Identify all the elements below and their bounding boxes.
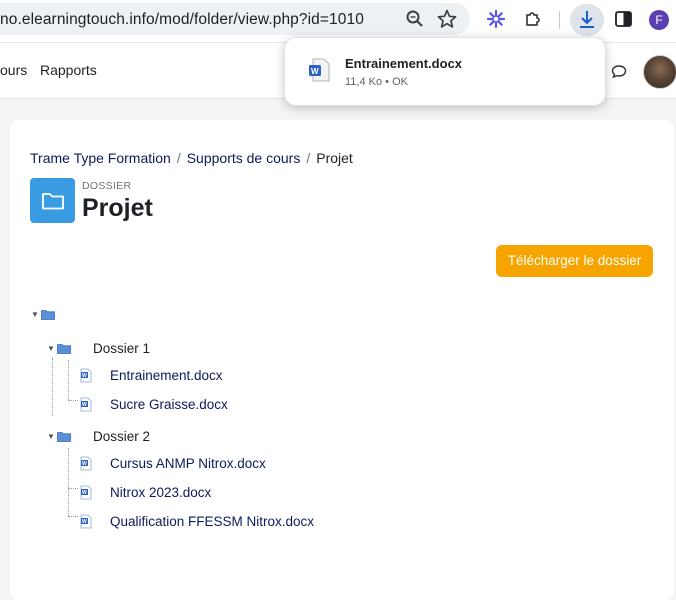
tree-file[interactable]: W Nitrox 2023.docx: [80, 485, 211, 500]
main-content-card: Trame Type Formation / Supports de cours / P…: [10, 120, 674, 600]
folder-icon: [41, 310, 55, 320]
tree-root[interactable]: ▼: [31, 309, 55, 320]
collapse-triangle-icon[interactable]: ▼: [31, 310, 41, 319]
breadcrumb-item-supports[interactable]: Supports de cours: [187, 150, 301, 166]
address-bar[interactable]: no.elearningtouch.info/mod/folder/view.p…: [0, 3, 470, 35]
breadcrumb: Trame Type Formation / Supports de cours / P…: [30, 150, 353, 166]
file-link[interactable]: Nitrox 2023.docx: [110, 485, 211, 500]
download-bubble: W Entrainement.docx 11,4 Ko • OK: [284, 37, 606, 106]
svg-text:W: W: [82, 490, 87, 496]
word-doc-icon: W: [80, 485, 92, 500]
tree-connector: [52, 358, 53, 416]
file-link[interactable]: Entrainement.docx: [110, 368, 223, 383]
breadcrumb-separator: /: [306, 150, 311, 166]
extension-asterisk-icon[interactable]: [485, 8, 507, 30]
word-doc-icon: W: [80, 368, 92, 383]
svg-text:W: W: [311, 67, 319, 76]
extensions-puzzle-icon[interactable]: [522, 8, 544, 30]
bookmark-star-icon[interactable]: [436, 8, 458, 30]
tree-connector: [68, 488, 78, 489]
collapse-triangle-icon[interactable]: ▼: [47, 344, 57, 353]
tree-folder[interactable]: ▼ Dossier 2: [47, 429, 150, 444]
tree-file[interactable]: W Cursus ANMP Nitrox.docx: [80, 456, 266, 471]
download-filename[interactable]: Entrainement.docx: [345, 56, 462, 71]
word-doc-icon: W: [80, 397, 92, 412]
svg-text:W: W: [82, 519, 87, 525]
svg-text:W: W: [82, 461, 87, 467]
breadcrumb-separator: /: [176, 150, 181, 166]
tree-connector: [68, 516, 78, 517]
tree-connector: [68, 448, 69, 516]
download-status: 11,4 Ko • OK: [345, 76, 408, 88]
folder-module-icon: [30, 178, 75, 223]
user-avatar[interactable]: [643, 55, 676, 89]
folder-label: Dossier 1: [93, 341, 151, 356]
tree-connector: [68, 360, 69, 400]
tree-folder[interactable]: ▼ Dossier 1: [47, 341, 150, 356]
downloads-button[interactable]: [570, 4, 604, 36]
tree-file[interactable]: W Entrainement.docx: [80, 368, 223, 383]
tree-file[interactable]: W Qualification FFESSM Nitrox.docx: [80, 514, 314, 529]
download-icon: [580, 11, 594, 28]
module-type-label: DOSSIER: [82, 180, 132, 192]
zoom-icon[interactable]: [404, 8, 426, 30]
file-link[interactable]: Qualification FFESSM Nitrox.docx: [110, 514, 314, 529]
page-title: Projet: [82, 194, 153, 222]
tree-connector: [68, 400, 78, 401]
nav-item-cours[interactable]: ours: [0, 62, 27, 78]
nav-item-rapports[interactable]: Rapports: [40, 62, 97, 78]
file-link[interactable]: Sucre Graisse.docx: [110, 397, 228, 412]
folder-label: Dossier 2: [93, 429, 151, 444]
url-text[interactable]: no.elearningtouch.info/mod/folder/view.p…: [0, 11, 364, 29]
profile-avatar[interactable]: F: [649, 10, 669, 30]
word-doc-icon: W: [80, 514, 92, 529]
collapse-triangle-icon[interactable]: ▼: [47, 432, 57, 441]
svg-text:W: W: [82, 373, 87, 379]
download-folder-button[interactable]: Télécharger le dossier: [496, 245, 653, 277]
breadcrumb-item-trame[interactable]: Trame Type Formation: [30, 150, 171, 166]
word-doc-icon: W: [80, 456, 92, 471]
tree-file[interactable]: W Sucre Graisse.docx: [80, 397, 228, 412]
svg-text:W: W: [82, 402, 87, 408]
folder-icon: [57, 432, 71, 442]
messages-icon[interactable]: [610, 63, 628, 81]
folder-icon: [57, 344, 71, 354]
side-panel-icon[interactable]: [613, 8, 635, 30]
word-file-icon: W: [309, 58, 330, 82]
toolbar-divider: [559, 11, 560, 29]
file-link[interactable]: Cursus ANMP Nitrox.docx: [110, 456, 266, 471]
breadcrumb-current: Projet: [316, 150, 353, 166]
